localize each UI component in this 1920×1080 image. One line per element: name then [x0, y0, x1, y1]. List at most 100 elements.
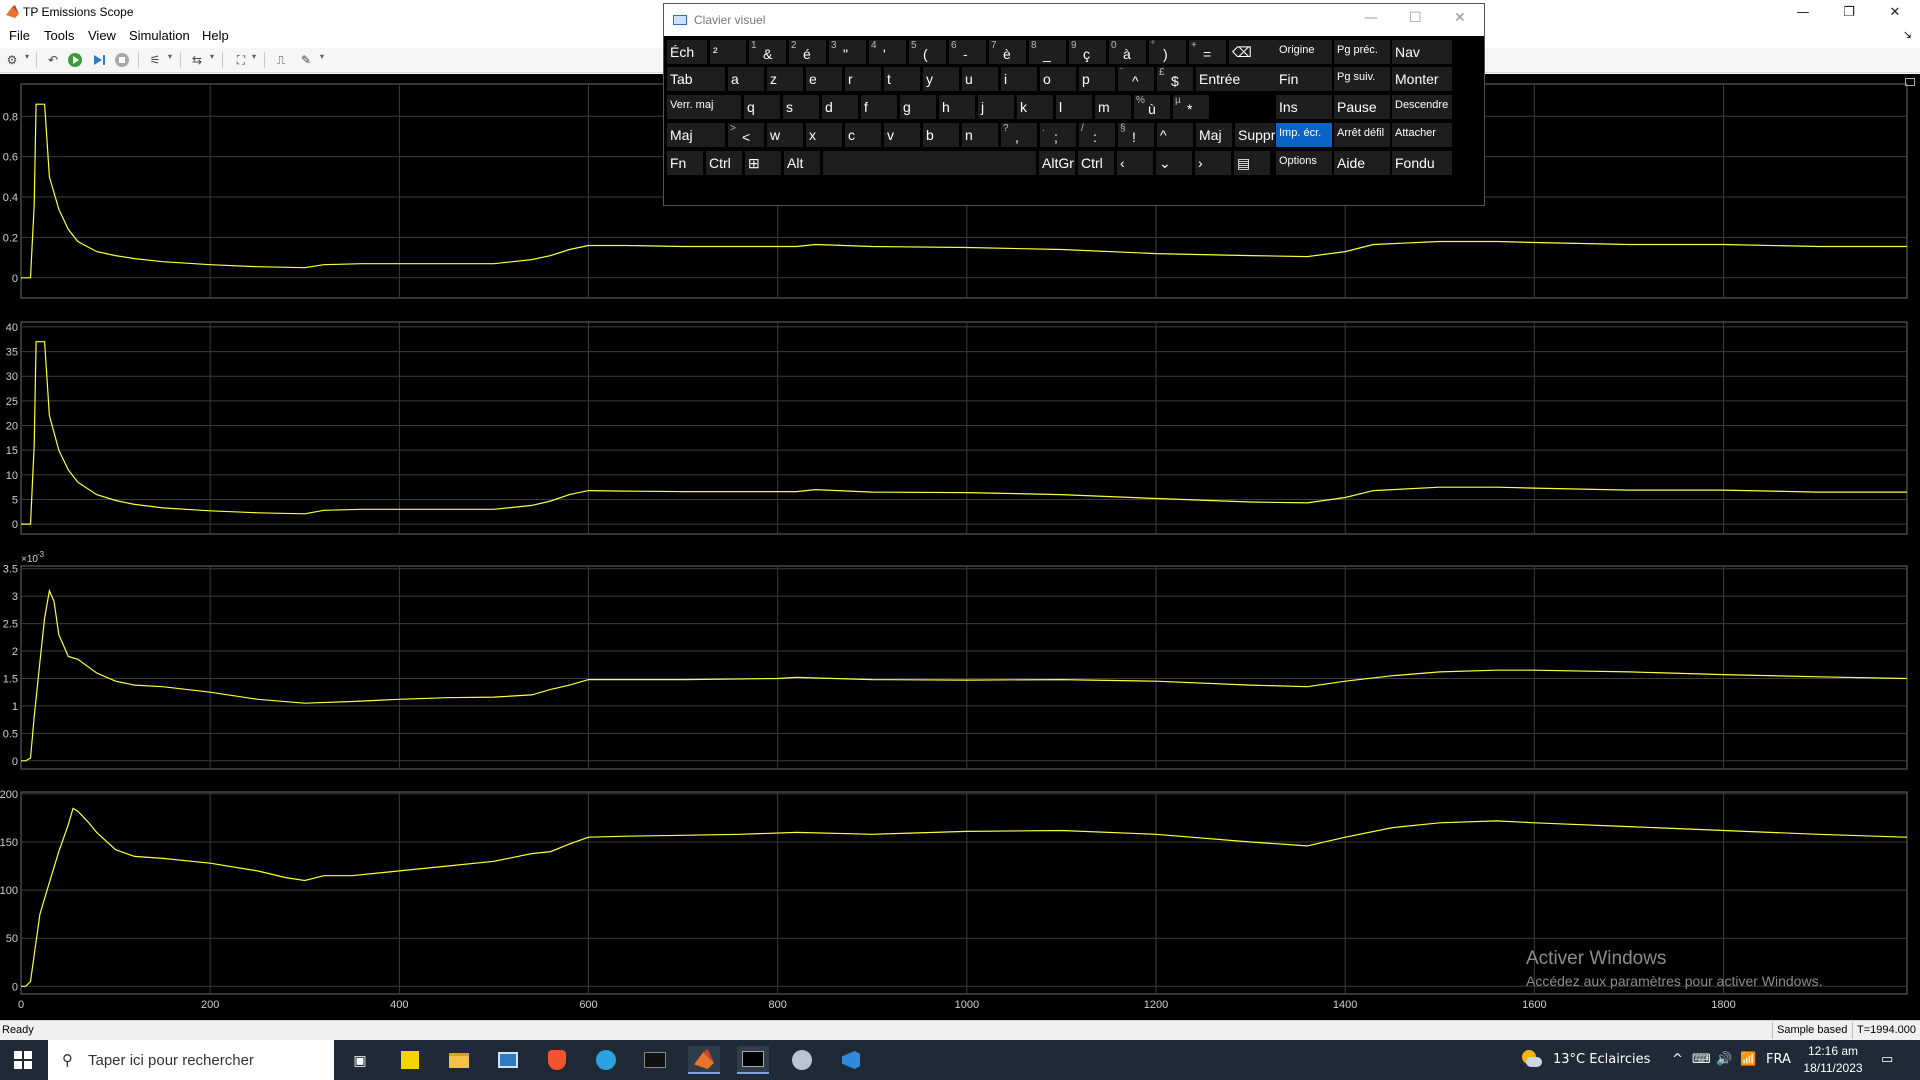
signal-dropdown-icon[interactable]: ▾ [168, 52, 172, 61]
restore-button[interactable]: ❐ [1826, 0, 1872, 24]
key[interactable]: i [1001, 67, 1037, 91]
key[interactable]: 5( [909, 40, 946, 64]
key[interactable]: /: [1079, 123, 1115, 147]
undock-icon[interactable]: ↘ [1903, 28, 1912, 41]
key[interactable]: › [1195, 151, 1231, 175]
key[interactable]: °) [1149, 40, 1186, 64]
key[interactable]: ▤ [1234, 151, 1270, 175]
key[interactable]: ¨ ^ [1118, 67, 1154, 91]
key[interactable]: ⊞ [745, 151, 781, 175]
fit-axes-icon[interactable]: ⛶ [232, 51, 250, 69]
key[interactable]: Éch [667, 40, 707, 64]
key[interactable]: .; [1040, 123, 1076, 147]
undock-plot-icon[interactable] [1905, 78, 1915, 86]
key[interactable]: t [884, 67, 920, 91]
sticky-notes-icon[interactable] [394, 1046, 426, 1074]
zoom-icon[interactable]: ⇆ [188, 51, 206, 69]
key[interactable]: Maj [1196, 123, 1232, 147]
restore-snapshot-icon[interactable]: ↶ [44, 51, 62, 69]
start-button[interactable] [0, 1040, 46, 1080]
fit-dropdown-icon[interactable]: ▾ [252, 52, 256, 61]
key[interactable]: 6- [949, 40, 986, 64]
nav-key[interactable]: Pg préc. [1334, 40, 1390, 64]
nav-key[interactable]: Attacher [1392, 123, 1452, 147]
menu-simulation[interactable]: Simulation [129, 28, 190, 43]
key[interactable]: o [1040, 67, 1076, 91]
steam-icon[interactable] [786, 1046, 818, 1074]
keyboard-maximize-button[interactable]: ☐ [1409, 10, 1422, 26]
key[interactable]: Ctrl [1078, 151, 1114, 175]
menu-help[interactable]: Help [202, 28, 229, 43]
nav-key[interactable]: Options [1276, 151, 1332, 175]
nav-key[interactable]: Fondu [1392, 151, 1452, 175]
key[interactable]: 3 " [829, 40, 866, 64]
vscode-icon[interactable] [835, 1046, 867, 1074]
key[interactable]: Maj [667, 123, 725, 147]
notification-icon[interactable]: ▭ [1881, 1052, 1893, 1067]
nav-key[interactable]: Ins [1276, 95, 1332, 119]
key[interactable]: 1 & [749, 40, 786, 64]
key[interactable]: p [1079, 67, 1115, 91]
key[interactable]: §! [1118, 123, 1154, 147]
key[interactable]: ² [710, 40, 746, 64]
key[interactable]: ?, [1001, 123, 1037, 147]
menu-view[interactable]: View [88, 28, 116, 43]
key[interactable]: f [861, 95, 897, 119]
scope-display[interactable]: 0 0.2 0.4 0.6 0.8 0 5 10 15 20 25 30 35 40 0 0.5 1 1.5 2 2.… [0, 74, 1920, 1020]
nav-key[interactable]: Monter [1392, 67, 1452, 91]
keyboard-close-button[interactable]: ✕ [1454, 10, 1466, 26]
nav-key[interactable]: Pg suiv. [1334, 67, 1390, 91]
key[interactable]: 0à [1109, 40, 1146, 64]
brave-browser-icon[interactable] [541, 1046, 573, 1074]
trigger-icon[interactable]: ⎍ [272, 51, 290, 69]
nav-key[interactable]: Fin [1276, 67, 1332, 91]
key[interactable]: 7è [989, 40, 1026, 64]
show-hidden-icons[interactable]: ^ [1672, 1052, 1683, 1067]
key[interactable]: n [962, 123, 998, 147]
key[interactable]: e [806, 67, 842, 91]
task-view-icon[interactable]: ▣ [344, 1046, 376, 1074]
key[interactable]: u [962, 67, 998, 91]
remote-desktop-icon[interactable] [492, 1046, 524, 1074]
key[interactable]: k [1017, 95, 1053, 119]
key[interactable] [823, 151, 1036, 175]
language-indicator[interactable]: FRA [1766, 1052, 1791, 1067]
key[interactable]: m [1095, 95, 1131, 119]
measurements-dropdown-icon[interactable]: ▾ [320, 52, 324, 61]
key[interactable]: + = [1189, 40, 1226, 64]
network-icon[interactable]: 📶 [1740, 1052, 1756, 1067]
minimize-button[interactable]: — [1780, 0, 1826, 24]
weather-icon[interactable] [1520, 1050, 1542, 1068]
key[interactable]: ^ [1157, 123, 1193, 147]
key[interactable]: b [923, 123, 959, 147]
key[interactable]: 2é [789, 40, 826, 64]
key[interactable]: 8 _ [1029, 40, 1066, 64]
key[interactable]: Ctrl [706, 151, 742, 175]
stop-icon[interactable] [113, 51, 131, 69]
nav-key[interactable]: Aide [1334, 151, 1390, 175]
input-method-icon[interactable]: ⌨ [1692, 1052, 1711, 1067]
key[interactable]: h [939, 95, 975, 119]
key[interactable]: µ * [1173, 95, 1209, 119]
key[interactable]: d [822, 95, 858, 119]
key[interactable]: z [767, 67, 803, 91]
key[interactable]: a [728, 67, 764, 91]
key[interactable]: 9ç [1069, 40, 1106, 64]
key[interactable]: g [900, 95, 936, 119]
zoom-dropdown-icon[interactable]: ▾ [210, 52, 214, 61]
key[interactable]: ‹ [1117, 151, 1153, 175]
key[interactable]: v [884, 123, 920, 147]
key[interactable]: > < [728, 123, 764, 147]
key[interactable]: c [845, 123, 881, 147]
nav-key[interactable]: Imp. écr. [1276, 123, 1332, 147]
close-button[interactable]: ✕ [1872, 0, 1918, 24]
signal-selector-icon[interactable]: ⚟ [146, 51, 164, 69]
key[interactable]: Tab [667, 67, 725, 91]
key[interactable]: j [978, 95, 1014, 119]
key[interactable]: AltGr [1039, 151, 1075, 175]
key[interactable]: £ $ [1157, 67, 1193, 91]
nav-key[interactable]: Nav [1392, 40, 1452, 64]
menu-tools[interactable]: Tools [44, 28, 74, 43]
key[interactable]: Fn [667, 151, 703, 175]
run-icon[interactable] [66, 51, 84, 69]
